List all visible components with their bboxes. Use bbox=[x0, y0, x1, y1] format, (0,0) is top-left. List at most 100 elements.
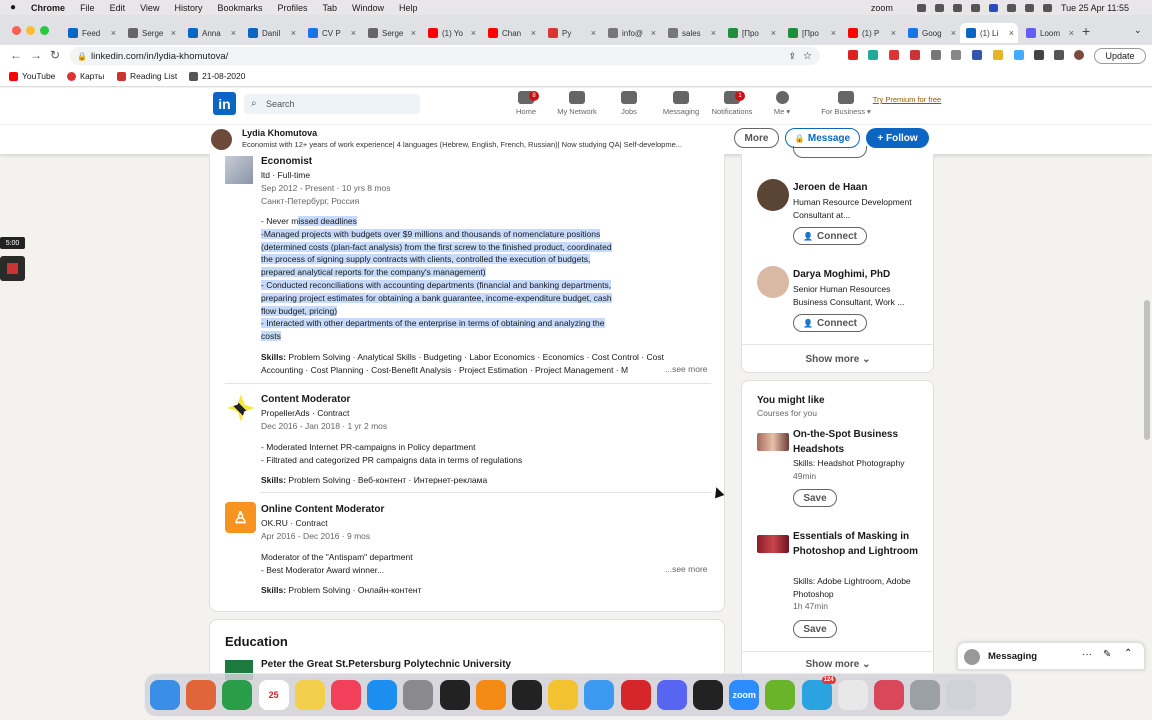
browser-tab[interactable]: [Про × bbox=[722, 23, 780, 43]
compose-icon[interactable]: ✎ bbox=[1103, 649, 1111, 660]
ok-ru-logo[interactable]: ♙ bbox=[225, 502, 256, 533]
close-tab-icon[interactable]: × bbox=[231, 28, 236, 38]
person-name[interactable]: Jeroen de Haan bbox=[793, 182, 867, 193]
extensions-puzzle-icon[interactable] bbox=[1034, 50, 1044, 60]
nav-jobs[interactable]: Jobs bbox=[602, 91, 656, 116]
acrobat-icon[interactable] bbox=[620, 680, 651, 710]
terminal-icon[interactable] bbox=[512, 680, 542, 710]
linkedin-logo[interactable]: in bbox=[213, 92, 236, 115]
vlc-icon[interactable] bbox=[475, 680, 506, 710]
extension-icon-3[interactable] bbox=[889, 50, 899, 60]
chrome-apps-icon[interactable] bbox=[837, 680, 868, 710]
address-bar[interactable]: 🔒 linkedin.com/in/lydia-khomutova/ ⇪ ☆ bbox=[70, 47, 820, 65]
extension-icon-2[interactable] bbox=[868, 50, 878, 60]
cyberduck-icon[interactable] bbox=[548, 680, 579, 710]
previous-connect-button[interactable] bbox=[793, 146, 867, 158]
extension-icon-8[interactable] bbox=[993, 50, 1003, 60]
chevron-up-icon[interactable]: ⌃ bbox=[1124, 648, 1132, 659]
side-panel-icon[interactable] bbox=[1054, 50, 1064, 60]
new-tab-button[interactable]: + bbox=[1082, 23, 1090, 39]
finder-icon[interactable] bbox=[150, 680, 180, 710]
utorrent-icon[interactable] bbox=[765, 680, 796, 710]
bookmark-youtube[interactable]: YouTube bbox=[9, 71, 55, 81]
notes-icon[interactable] bbox=[294, 680, 325, 710]
apple-icon[interactable]: ● bbox=[10, 2, 16, 13]
minimize-window-button[interactable] bbox=[26, 26, 35, 35]
tab-search-icon[interactable]: ⌄ bbox=[1134, 25, 1142, 36]
close-tab-icon[interactable]: × bbox=[531, 28, 536, 38]
browser-tab[interactable]: Feed × bbox=[62, 23, 120, 43]
search-input[interactable]: ⌕ Search bbox=[244, 94, 420, 114]
close-tab-icon[interactable]: × bbox=[951, 28, 956, 38]
menu-help[interactable]: Help bbox=[399, 3, 418, 13]
try-premium-link[interactable]: Try Premium for free bbox=[872, 94, 942, 106]
browser-tab[interactable]: Loom × bbox=[1020, 23, 1078, 43]
messaging-avatar[interactable] bbox=[964, 649, 980, 665]
bookmark-maps[interactable]: Карты bbox=[67, 71, 104, 81]
close-tab-icon[interactable]: × bbox=[891, 28, 896, 38]
more-options-icon[interactable]: ··· bbox=[1082, 649, 1092, 660]
lock-icon[interactable]: 🔒 bbox=[77, 52, 87, 61]
person-name[interactable]: Darya Moghimi, PhD bbox=[793, 269, 890, 280]
back-icon[interactable]: ← bbox=[10, 48, 22, 62]
forward-icon[interactable]: → bbox=[30, 48, 42, 62]
browser-tab[interactable]: Anna × bbox=[182, 23, 240, 43]
zoom-icon[interactable]: zoom bbox=[729, 680, 760, 710]
settings-icon[interactable] bbox=[403, 680, 434, 710]
trash-icon[interactable] bbox=[946, 680, 977, 710]
connect-button[interactable]: 👤 Connect bbox=[793, 314, 867, 332]
close-tab-icon[interactable]: × bbox=[471, 28, 476, 38]
close-tab-icon[interactable]: × bbox=[411, 28, 416, 38]
battery-icon[interactable] bbox=[1006, 3, 1016, 12]
status-icon-4[interactable] bbox=[970, 3, 980, 12]
browser-tab[interactable]: Serge × bbox=[122, 23, 180, 43]
course-thumbnail[interactable] bbox=[757, 535, 789, 553]
close-tab-icon[interactable]: × bbox=[771, 28, 776, 38]
browser-tab[interactable]: Goog × bbox=[902, 23, 960, 43]
menu-bookmarks[interactable]: Bookmarks bbox=[217, 3, 262, 13]
extension-icon-1[interactable] bbox=[848, 50, 858, 60]
more-button[interactable]: More bbox=[734, 128, 779, 148]
close-window-button[interactable] bbox=[12, 26, 21, 35]
menu-edit[interactable]: Edit bbox=[110, 3, 126, 13]
close-tab-icon[interactable]: × bbox=[591, 28, 596, 38]
company-logo[interactable] bbox=[225, 156, 253, 184]
telegram-icon[interactable]: 124 bbox=[801, 676, 836, 710]
flag-icon[interactable] bbox=[988, 3, 998, 12]
nav-my-network[interactable]: My Network bbox=[550, 91, 604, 116]
connect-button[interactable]: 👤 Connect bbox=[793, 227, 867, 245]
close-tab-icon[interactable]: × bbox=[291, 28, 296, 38]
save-course-button[interactable]: Save bbox=[793, 489, 837, 507]
extension-icon-5[interactable] bbox=[931, 50, 941, 60]
chrome-update-button[interactable]: Update bbox=[1094, 48, 1146, 64]
downloads-icon[interactable] bbox=[910, 680, 941, 710]
status-icon-3[interactable] bbox=[952, 3, 962, 12]
close-tab-icon[interactable]: × bbox=[351, 28, 356, 38]
person-avatar[interactable] bbox=[757, 266, 789, 298]
launchpad-icon[interactable] bbox=[186, 680, 217, 710]
app-store-icon[interactable] bbox=[367, 680, 398, 710]
page-scrollbar[interactable] bbox=[1144, 300, 1150, 440]
close-tab-icon[interactable]: × bbox=[111, 28, 116, 38]
activity-monitor-icon[interactable] bbox=[439, 680, 470, 710]
wifi-icon[interactable] bbox=[1024, 3, 1034, 12]
discord-icon[interactable] bbox=[656, 680, 687, 710]
share-icon[interactable]: ⇪ bbox=[788, 51, 796, 62]
browser-tab[interactable]: sales × bbox=[662, 23, 720, 43]
menu-history[interactable]: History bbox=[174, 3, 202, 13]
school-name[interactable]: Peter the Great St.Petersburg Polytechni… bbox=[261, 659, 511, 670]
status-icon-2[interactable] bbox=[934, 3, 944, 12]
figma-icon[interactable] bbox=[693, 680, 723, 710]
close-tab-icon[interactable]: × bbox=[1009, 28, 1014, 38]
bookmark-folder[interactable]: 21-08-2020 bbox=[189, 71, 245, 81]
browser-tab[interactable]: Py × bbox=[542, 23, 600, 43]
preview-icon[interactable] bbox=[874, 680, 904, 710]
menu-tab[interactable]: Tab bbox=[323, 3, 338, 13]
browser-tab[interactable]: info@ × bbox=[602, 23, 660, 43]
show-more-button[interactable]: Show more ⌄ bbox=[742, 659, 934, 670]
close-tab-icon[interactable]: × bbox=[171, 28, 176, 38]
message-button[interactable]: 🔒 Message bbox=[785, 128, 860, 148]
maximize-window-button[interactable] bbox=[40, 26, 49, 35]
see-more-link[interactable]: ...see more bbox=[665, 364, 708, 374]
chrome-icon[interactable] bbox=[222, 680, 253, 710]
